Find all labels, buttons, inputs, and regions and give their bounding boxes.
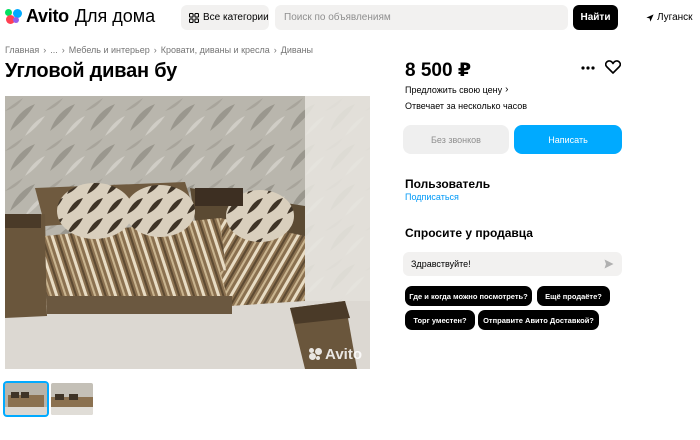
breadcrumb-item[interactable]: Главная: [5, 45, 39, 55]
ask-seller-heading: Спросите у продавца: [405, 226, 533, 240]
sofa-photo-image: [5, 96, 370, 369]
send-icon[interactable]: [604, 259, 614, 269]
breadcrumb-item[interactable]: Мебель и интерьер: [69, 45, 150, 55]
subscribe-link[interactable]: Подписаться: [405, 192, 459, 202]
thumbnail-1[interactable]: [3, 381, 49, 417]
listing-title: Угловой диван бу: [5, 60, 178, 82]
breadcrumb-item[interactable]: Диваны: [281, 45, 313, 55]
quick-question-chip[interactable]: Ещё продаёте?: [537, 286, 610, 306]
header: Avito Для дома Все категории Найти Луган…: [0, 0, 700, 36]
chevron-right-icon: ›: [505, 84, 509, 95]
avito-logo[interactable]: Avito Для дома: [5, 6, 155, 27]
breadcrumb-separator: ›: [153, 45, 157, 55]
more-options-icon[interactable]: [581, 66, 595, 70]
avito-watermark: Avito: [309, 346, 362, 363]
avito-watermark-text: Avito: [325, 346, 362, 363]
categories-icon: [189, 12, 199, 23]
no-calls-button[interactable]: Без звонков: [403, 125, 509, 154]
listing-price: 8 500 ₽: [405, 60, 472, 81]
message-input[interactable]: Здравствуйте!: [403, 252, 622, 276]
breadcrumb-separator: ›: [273, 45, 277, 55]
message-text: Здравствуйте!: [411, 259, 471, 269]
location-selector[interactable]: Луганск: [646, 12, 693, 23]
suggest-price-link[interactable]: Предложить свою цену ›: [405, 84, 508, 95]
breadcrumb-item[interactable]: ...: [50, 45, 58, 55]
thumbnail-2[interactable]: [51, 383, 93, 415]
quick-question-chip[interactable]: Отправите Авито Доставкой?: [478, 310, 599, 330]
write-message-button[interactable]: Написать: [514, 125, 622, 154]
photo-thumbnails: [3, 381, 93, 417]
favorite-heart-icon[interactable]: [605, 60, 621, 74]
avito-logo-icon: [5, 8, 23, 25]
logo-subtitle: Для дома: [74, 6, 156, 26]
avito-watermark-icon: [309, 347, 323, 362]
all-categories-button[interactable]: Все категории: [181, 5, 269, 30]
breadcrumb-separator: ›: [43, 45, 47, 55]
listing-photo[interactable]: Avito: [5, 96, 370, 369]
all-categories-label: Все категории: [203, 12, 269, 23]
find-button[interactable]: Найти: [573, 5, 618, 30]
response-time: Отвечает за несколько часов: [405, 101, 528, 111]
quick-question-chip[interactable]: Где и когда можно посмотреть?: [405, 286, 532, 306]
location-label: Луганск: [657, 12, 693, 23]
search-input[interactable]: [275, 5, 568, 30]
seller-name[interactable]: Пользователь: [405, 177, 490, 191]
breadcrumb: Главная › ... › Мебель и интерьер › Кров…: [5, 45, 313, 55]
location-arrow-icon: [646, 13, 654, 22]
logo-text: Avito: [26, 6, 69, 26]
quick-question-chip[interactable]: Торг уместен?: [405, 310, 475, 330]
suggest-price-label: Предложить свою цену: [405, 84, 503, 95]
breadcrumb-item[interactable]: Кровати, диваны и кресла: [161, 45, 270, 55]
breadcrumb-separator: ›: [61, 45, 65, 55]
